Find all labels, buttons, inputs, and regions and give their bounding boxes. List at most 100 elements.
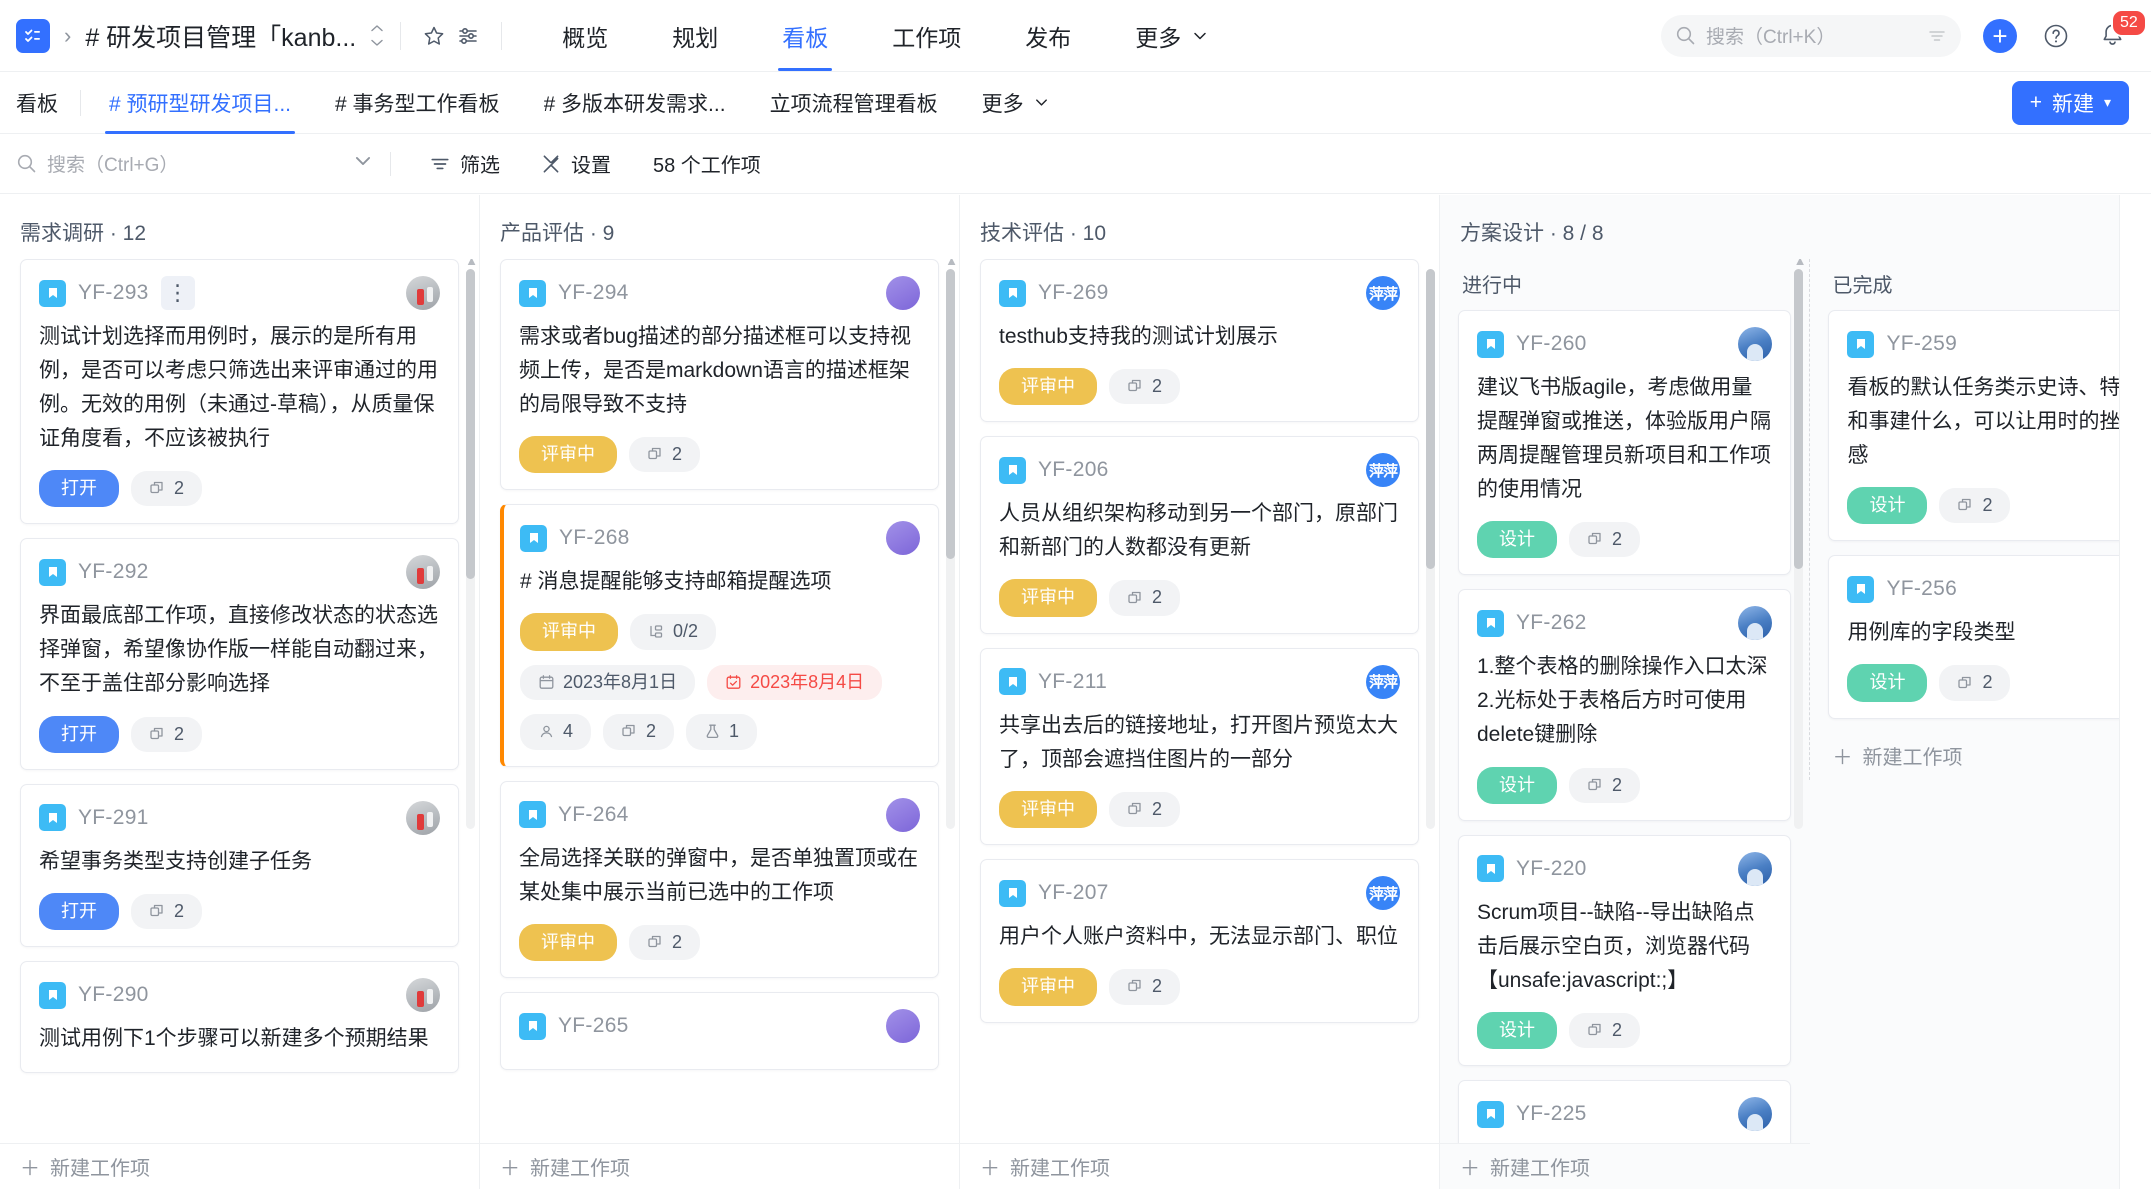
star-icon[interactable]: [417, 19, 451, 53]
card-YF-260[interactable]: YF-260 建议飞书版agile，考虑做用量提醒弹窗或推送，体验版用户隔两周提…: [1458, 310, 1792, 576]
status-badge[interactable]: 评审中: [520, 613, 618, 651]
card-YF-264[interactable]: YF-264 全局选择关联的弹窗中，是否单独置顶或在某处集中展示当前已选中的工作…: [500, 780, 939, 979]
card-id[interactable]: YF-268: [559, 526, 630, 550]
status-badge[interactable]: 评审中: [999, 368, 1097, 406]
board-search-input[interactable]: 搜索（Ctrl+G）: [16, 150, 336, 177]
create-button[interactable]: +: [1983, 18, 2017, 53]
card-YF-293[interactable]: YF-293 ⋮ 测试计划选择而用例时，展示的是所有用例，是否可以考虑只筛选出来…: [20, 259, 459, 525]
card-YF-206[interactable]: YF-206 萍萍 人员从组织架构移动到另一个部门，原部门和新部门的人数都没有更…: [980, 436, 1419, 634]
card-id[interactable]: YF-293: [78, 281, 149, 305]
avatar[interactable]: 萍萍: [1366, 276, 1400, 310]
add-work-item-button[interactable]: ＋ 新建工作项: [0, 1143, 479, 1189]
card-id[interactable]: YF-206: [1038, 458, 1109, 482]
add-work-item-button[interactable]: ＋ 新建工作项: [1828, 733, 2101, 780]
nav-tab-kanban[interactable]: 看板: [750, 0, 860, 71]
card-id[interactable]: YF-262: [1516, 611, 1587, 635]
linked-items-chip[interactable]: 2: [131, 716, 203, 752]
avatar[interactable]: [1738, 327, 1773, 361]
avatar[interactable]: [406, 800, 440, 835]
linked-items-chip[interactable]: 2: [1569, 522, 1641, 558]
start-date-chip[interactable]: 2023年8月1日: [520, 664, 696, 701]
card-YF-211[interactable]: YF-211 萍萍 共享出去后的链接地址，打开图片预览太大了，顶部会遮挡住图片的…: [980, 647, 1419, 846]
subtasks-chip[interactable]: 0/2: [630, 614, 717, 650]
status-badge[interactable]: 打开: [39, 470, 119, 508]
avatar[interactable]: [1738, 606, 1773, 641]
nav-tab-more[interactable]: 更多: [1103, 0, 1241, 71]
status-badge[interactable]: 设计: [1477, 766, 1557, 804]
view-tab-multiversion-board[interactable]: # 多版本研发需求...: [522, 72, 748, 134]
card-id[interactable]: YF-211: [1038, 670, 1107, 694]
avatar[interactable]: 萍萍: [1366, 876, 1400, 911]
linked-items-chip[interactable]: 2: [603, 714, 675, 750]
avatar[interactable]: [886, 276, 920, 310]
avatar[interactable]: [886, 1009, 920, 1044]
card-id[interactable]: YF-264: [558, 803, 629, 827]
view-tab-prestudy-board[interactable]: # 预研型研发项目...: [87, 72, 313, 134]
card-YF-265[interactable]: YF-265: [500, 992, 939, 1071]
add-work-item-button[interactable]: ＋ 新建工作项: [1440, 1143, 1810, 1189]
add-work-item-button[interactable]: ＋ 新建工作项: [480, 1143, 959, 1189]
linked-items-chip[interactable]: 2: [629, 437, 701, 473]
card-YF-294[interactable]: YF-294 需求或者bug描述的部分描述框可以支持视频上传，是否是markdo…: [500, 259, 939, 491]
status-badge[interactable]: 评审中: [999, 790, 1097, 829]
card-id[interactable]: YF-207: [1038, 881, 1109, 905]
card-id[interactable]: YF-220: [1516, 857, 1587, 881]
due-date-chip[interactable]: 2023年8月4日: [707, 664, 883, 701]
status-badge[interactable]: 评审中: [999, 968, 1097, 1006]
nav-tab-planning[interactable]: 规划: [640, 0, 750, 71]
nav-tab-workitems[interactable]: 工作项: [860, 0, 993, 71]
card-id[interactable]: YF-294: [558, 281, 629, 305]
column-scrollbar[interactable]: [1426, 269, 1435, 829]
avatar[interactable]: [1738, 851, 1773, 886]
question-circle-icon[interactable]: [2039, 19, 2073, 53]
avatar[interactable]: [1738, 1097, 1773, 1132]
linked-items-chip[interactable]: 2: [1109, 791, 1181, 828]
experiments-chip[interactable]: 1: [686, 714, 758, 750]
linked-items-chip[interactable]: 2: [1569, 767, 1641, 803]
nav-tab-overview[interactable]: 概览: [530, 0, 640, 71]
settings-button[interactable]: 设置: [520, 149, 631, 178]
status-badge[interactable]: 设计: [1477, 521, 1557, 559]
card-YF-268[interactable]: YF-268 # 消息提醒能够支持邮箱提醒选项 评审中 0/2 2023年8月1…: [500, 504, 939, 767]
card-id[interactable]: YF-291: [78, 806, 149, 830]
card-id[interactable]: YF-256: [1886, 577, 1957, 601]
linked-items-chip[interactable]: 2: [1109, 969, 1181, 1005]
scroll-up-arrow[interactable]: ▲: [945, 259, 958, 268]
project-title[interactable]: # 研发项目管理「kanb...: [85, 18, 356, 54]
nav-tab-release[interactable]: 发布: [993, 0, 1103, 71]
avatar[interactable]: [886, 797, 920, 832]
card-YF-269[interactable]: YF-269 萍萍 testhub支持我的测试计划展示 评审中 2: [980, 259, 1419, 423]
column-scrollbar[interactable]: [946, 269, 955, 829]
linked-items-chip[interactable]: 2: [629, 924, 701, 961]
card-YF-262[interactable]: YF-262 1.整个表格的删除操作入口太深2.光标处于表格后方时可使用dele…: [1458, 589, 1792, 821]
status-badge[interactable]: 设计: [1847, 664, 1928, 702]
linked-items-chip[interactable]: 2: [1109, 580, 1181, 616]
scroll-up-arrow[interactable]: ▲: [1794, 259, 1807, 268]
linked-items-chip[interactable]: 2: [1939, 488, 2011, 524]
avatar[interactable]: [406, 276, 440, 310]
watchers-chip[interactable]: 4: [520, 714, 592, 750]
status-badge[interactable]: 评审中: [519, 436, 617, 474]
add-work-item-button[interactable]: ＋ 新建工作项: [960, 1143, 1439, 1189]
card-id[interactable]: YF-259: [1886, 332, 1957, 356]
card-id[interactable]: YF-292: [78, 560, 149, 584]
app-logo-icon[interactable]: [16, 18, 50, 53]
filter-button[interactable]: 筛选: [409, 149, 520, 178]
card-YF-291[interactable]: YF-291 希望事务类型支持创建子任务 打开 2: [20, 783, 459, 948]
linked-items-chip[interactable]: 2: [1109, 369, 1181, 405]
status-badge[interactable]: 评审中: [519, 923, 617, 962]
card-YF-207[interactable]: YF-207 萍萍 用户个人账户资料中，无法显示部门、职位 评审中 2: [980, 859, 1419, 1023]
new-item-button[interactable]: + 新建 ▾: [2011, 80, 2129, 125]
card-menu-button[interactable]: ⋮: [160, 276, 195, 310]
card-YF-220[interactable]: YF-220 Scrum项目--缺陷--导出缺陷点击后展示空白页，浏览器代码【u…: [1458, 834, 1792, 1067]
card-YF-292[interactable]: YF-292 界面最底部工作项，直接修改状态的状态选择弹窗，希望像协作版一样能自…: [20, 538, 459, 770]
global-search-input[interactable]: 搜索（Ctrl+K）: [1661, 14, 1961, 57]
avatar[interactable]: [406, 555, 440, 590]
status-badge[interactable]: 打开: [39, 715, 119, 753]
card-id[interactable]: YF-260: [1516, 332, 1587, 356]
view-tab-more[interactable]: 更多: [960, 72, 1072, 134]
card-YF-259[interactable]: YF-259 看板的默认任务类示史诗、特性和事建什么，可以让用时的挫败感 设计 …: [1828, 310, 2119, 542]
column-scrollbar[interactable]: [466, 269, 475, 829]
status-badge[interactable]: 设计: [1477, 1011, 1557, 1050]
card-id[interactable]: YF-269: [1038, 281, 1109, 305]
